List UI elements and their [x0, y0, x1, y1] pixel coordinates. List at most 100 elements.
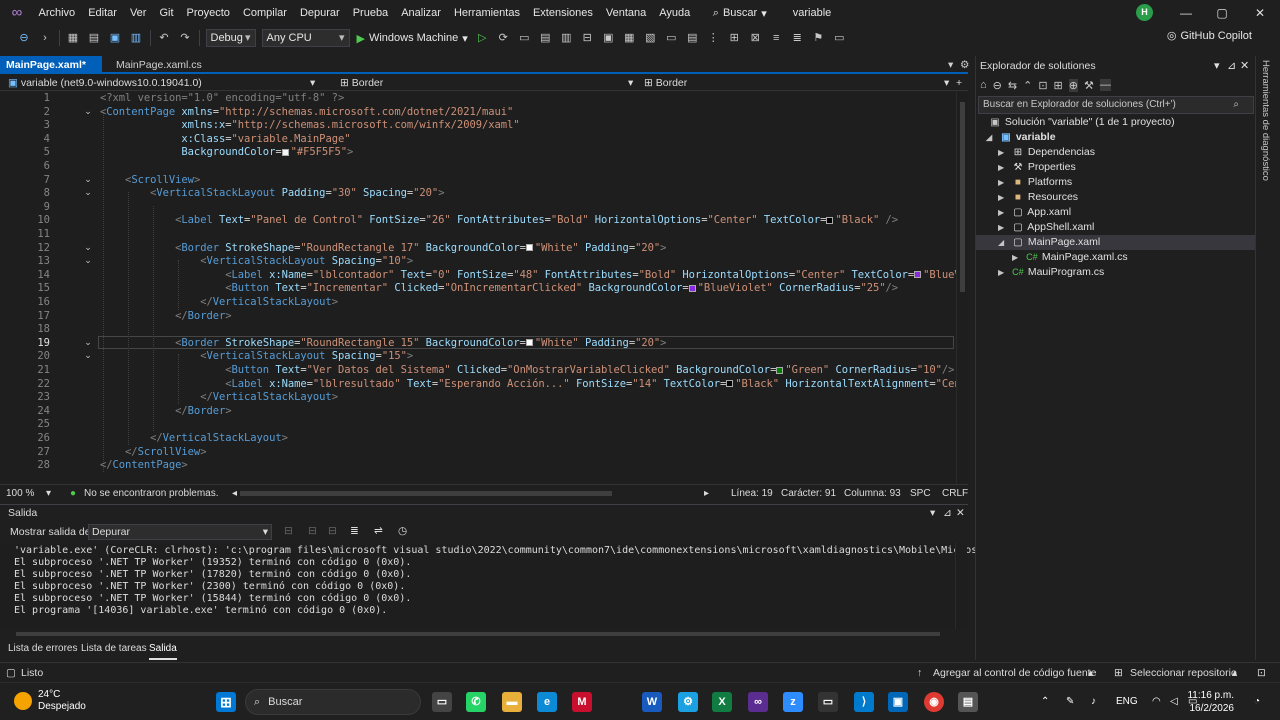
save-all-icon[interactable]: ▥	[128, 30, 144, 46]
toolbar-icon[interactable]: ▧	[642, 30, 658, 46]
solution-search-input[interactable]: Buscar en Explorador de soluciones (Ctrl…	[978, 96, 1254, 114]
menu-editar[interactable]: Editar	[82, 0, 124, 26]
toolbar-icon[interactable]: ▥	[558, 30, 574, 46]
file-explorer-icon[interactable]: ▬	[502, 692, 522, 712]
chrome-icon[interactable]: ◉	[924, 692, 944, 712]
code-line[interactable]: x:Class="variable.MainPage"	[100, 133, 350, 145]
element-dropdown-2[interactable]: ⊞ Border	[644, 75, 687, 91]
preview-icon[interactable]: —	[1099, 79, 1111, 91]
expanded-arrow-icon[interactable]: ◢	[998, 235, 1008, 250]
expanded-arrow-icon[interactable]: ◢	[986, 130, 996, 145]
toolbar-icon[interactable]: ▤	[684, 30, 700, 46]
code-line[interactable]: <VerticalStackLayout Spacing="10">	[100, 255, 413, 267]
fold-chevron-icon[interactable]: ⌄	[83, 242, 93, 253]
redo-icon[interactable]: ↷	[177, 30, 193, 46]
menu-proyecto[interactable]: Proyecto	[180, 0, 236, 26]
code-line[interactable]: BackgroundColor= "#F5F5F5">	[100, 146, 353, 158]
output-scrollbar[interactable]	[955, 543, 967, 629]
zoom-icon[interactable]: z	[783, 692, 803, 712]
show-all-files-icon[interactable]: ⊡	[1038, 79, 1047, 92]
run-button[interactable]: ▶ Windows Machine ▾	[357, 32, 468, 45]
collapsed-arrow-icon[interactable]: ▶	[998, 145, 1008, 160]
diagnostic-tools-label[interactable]: Herramientas de diagnóstico	[1260, 60, 1271, 181]
properties-icon[interactable]: ⚒	[1084, 79, 1094, 92]
scrollbar-thumb[interactable]	[960, 102, 965, 292]
undo-icon[interactable]: ↶	[156, 30, 172, 46]
code-line[interactable]: xmlns:x="http://schemas.microsoft.com/wi…	[100, 119, 519, 131]
diagnostic-tools-rail[interactable]: Herramientas de diagnóstico	[1255, 56, 1280, 660]
collapsed-arrow-icon[interactable]: ▶	[998, 265, 1008, 280]
project-dropdown[interactable]: ▣ variable (net9.0-windows10.0.19041.0)	[8, 75, 202, 91]
collapsed-arrow-icon[interactable]: ▶	[1012, 250, 1022, 265]
menu-git[interactable]: Git	[153, 0, 180, 26]
code-line[interactable]: <Border StrokeShape="RoundRectangle 15" …	[100, 337, 666, 349]
global-search[interactable]: ⌕ Buscar ▾	[705, 7, 775, 20]
clear-all-icon[interactable]: ≣	[350, 525, 359, 537]
horizontal-scrollbar-thumb[interactable]	[240, 491, 612, 496]
store-icon[interactable]: ▣	[888, 692, 908, 712]
whatsapp-icon[interactable]: ✆	[466, 692, 486, 712]
toolbar-icon[interactable]: ≡	[768, 30, 784, 46]
avatar[interactable]: H	[1136, 4, 1153, 21]
chevron-down-icon[interactable]: ▾	[930, 507, 935, 519]
toolbar-icon[interactable]: ▤	[537, 30, 553, 46]
editor-scrollbar[interactable]	[956, 92, 968, 484]
fold-chevron-icon[interactable]: ⌄	[83, 174, 93, 185]
tree-item-resources[interactable]: ▶ ■ Resources	[976, 190, 1256, 205]
save-icon[interactable]: ▣	[107, 30, 123, 46]
toolbar-icon[interactable]: ▣	[600, 30, 616, 46]
chevron-down-icon[interactable]: ▾	[46, 485, 51, 502]
minimize-icon[interactable]: —	[1168, 0, 1204, 26]
tab-error-list[interactable]: Lista de errores	[8, 640, 77, 658]
toolbar-icon[interactable]: ⊠	[747, 30, 763, 46]
clock-icon[interactable]: ◷	[398, 525, 407, 537]
toolbar-icon[interactable]: ≣	[789, 30, 805, 46]
toolbar-icon[interactable]: ⊞	[726, 30, 742, 46]
tree-item-appshell-xaml[interactable]: ▶ ▢ AppShell.xaml	[976, 220, 1256, 235]
start-without-debugging-icon[interactable]: ▷	[474, 30, 490, 46]
fold-chevron-icon[interactable]: ⌄	[83, 350, 93, 361]
close-icon[interactable]: ✕	[1240, 59, 1249, 72]
windows-start-icon[interactable]: ⊞	[216, 692, 236, 712]
code-line[interactable]: </VerticalStackLayout>	[100, 296, 338, 308]
fold-chevron-icon[interactable]: ⌄	[83, 337, 93, 348]
collapse-icon[interactable]: ⌃	[1023, 79, 1032, 92]
wifi-icon[interactable]: ◠	[1152, 683, 1161, 720]
switch-views-icon[interactable]: ⊖	[993, 79, 1002, 92]
language-indicator[interactable]: ENG	[1116, 683, 1138, 720]
code-editor[interactable]: 1 <?xml version="1.0" encoding="utf-8" ?>…	[0, 92, 968, 484]
back-icon[interactable]: ⊖	[16, 30, 32, 46]
tree-item-properties[interactable]: ▶ ⚒ Properties	[976, 160, 1256, 175]
edge-icon[interactable]: e	[537, 692, 557, 712]
volume-icon[interactable]: ◁	[1170, 683, 1178, 720]
code-line[interactable]: </Border>	[100, 405, 231, 417]
mcafee-icon[interactable]: M	[572, 692, 592, 712]
home-icon[interactable]: ⌂	[980, 79, 987, 91]
toolbar-icon[interactable]: ⋮	[705, 30, 721, 46]
menu-archivo[interactable]: Archivo	[32, 0, 82, 26]
tab-mainpage-xaml-cs[interactable]: MainPage.xaml.cs	[110, 56, 208, 74]
settings-icon[interactable]: ⚙	[954, 56, 975, 74]
chevron-up-icon[interactable]: ▴	[1232, 663, 1237, 683]
scrollbar-thumb[interactable]	[16, 632, 940, 636]
pen-icon[interactable]: ✎	[1066, 683, 1074, 720]
pin-icon[interactable]: ⊿	[943, 507, 952, 519]
tree-item-mainpage-xaml[interactable]: ◢ ▢ MainPage.xaml	[976, 235, 1256, 250]
menu-extensiones[interactable]: Extensiones	[526, 0, 599, 26]
scroll-left-icon[interactable]: ◂	[232, 485, 237, 502]
output-hscroll[interactable]	[0, 629, 968, 639]
notifications-icon[interactable]: ⊡	[1257, 663, 1266, 683]
add-source-control-button[interactable]: Agregar al control de código fuente	[933, 663, 1096, 683]
toolbar-icon[interactable]: ▭	[516, 30, 532, 46]
forward-icon[interactable]: ›	[37, 30, 53, 46]
tab-mainpage-xaml[interactable]: MainPage.xaml* ⊿ ✕	[0, 56, 102, 89]
output-source-select[interactable]: Depurar ▾	[88, 524, 272, 540]
menu-depurar[interactable]: Depurar	[293, 0, 346, 26]
collapsed-arrow-icon[interactable]: ▶	[998, 205, 1008, 220]
code-line[interactable]: <VerticalStackLayout Spacing="15">	[100, 350, 413, 362]
menu-ventana[interactable]: Ventana	[599, 0, 652, 26]
toolbar-icon[interactable]: ▦	[621, 30, 637, 46]
code-line[interactable]: <?xml version="1.0" encoding="utf-8" ?>	[100, 92, 344, 104]
indent-mode[interactable]: SPC	[910, 485, 931, 502]
find-message-icon[interactable]: ⊟	[284, 525, 293, 537]
